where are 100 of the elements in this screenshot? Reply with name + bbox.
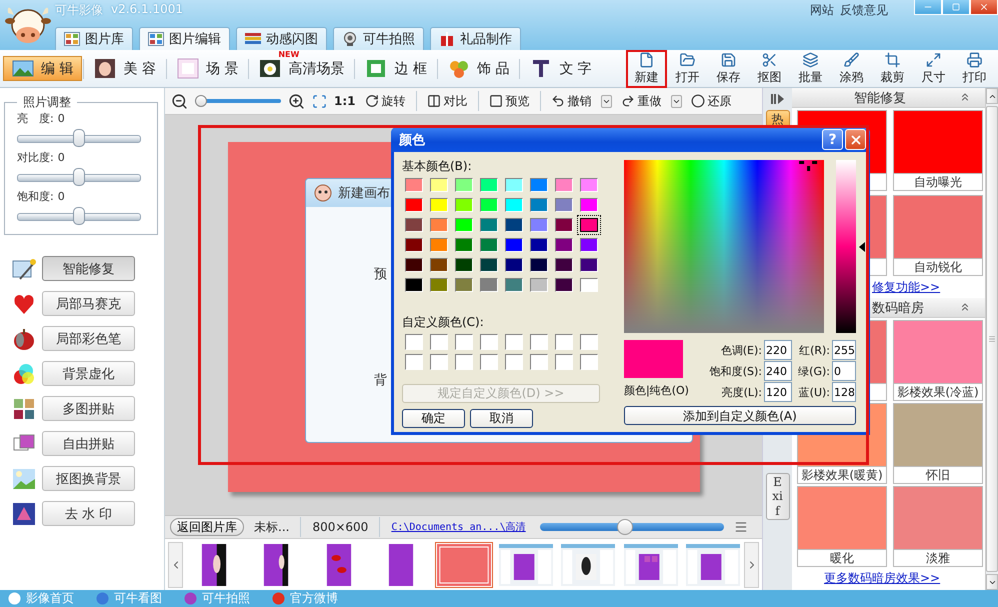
color-swatch[interactable] <box>455 178 473 192</box>
effect-tile[interactable]: 怀旧 <box>893 403 983 484</box>
color-swatch[interactable] <box>555 238 573 252</box>
file-path-link[interactable]: C:\Documents an...\高清 <box>391 520 526 534</box>
custom-color-slot[interactable] <box>505 334 523 350</box>
custom-color-slot[interactable] <box>455 354 473 370</box>
scroll-up-button[interactable] <box>986 88 998 104</box>
effect-tile[interactable]: 暖化 <box>797 486 887 567</box>
section-header[interactable]: 智能修复 <box>792 88 985 108</box>
back-button[interactable]: 返回图片库 <box>170 518 244 536</box>
slider-track[interactable] <box>17 207 141 225</box>
custom-color-slot[interactable] <box>455 334 473 350</box>
feature-button[interactable]: 局部彩色笔 <box>42 326 135 351</box>
effect-tile[interactable]: 淡雅 <box>893 486 983 567</box>
color-swatch[interactable] <box>580 278 598 292</box>
maximize-button[interactable] <box>942 0 970 15</box>
color-swatch[interactable] <box>580 258 598 272</box>
toolbar-button[interactable]: 尺寸 <box>913 50 954 88</box>
toolbar-button[interactable]: 打印 <box>954 50 995 88</box>
toolbar-button[interactable]: 抠图 <box>749 50 790 88</box>
color-swatch[interactable] <box>430 218 448 232</box>
slider-thumb[interactable] <box>73 168 85 186</box>
custom-color-slot[interactable] <box>430 334 448 350</box>
toolbar-button[interactable]: 打开 <box>667 50 708 88</box>
close-button[interactable] <box>970 0 998 15</box>
color-swatch[interactable] <box>430 238 448 252</box>
effect-tile[interactable]: 自动锐化 <box>893 195 983 276</box>
feature-button[interactable]: 智能修复 <box>42 256 135 281</box>
color-swatch[interactable] <box>530 178 548 192</box>
collapse-icon[interactable] <box>959 301 971 313</box>
custom-color-slot[interactable] <box>530 334 548 350</box>
number-field[interactable]: 220 <box>764 340 792 360</box>
feature-button[interactable]: 去 水 印 <box>42 501 135 526</box>
mode-tab[interactable]: 场 景 <box>168 56 248 81</box>
thumbnail[interactable] <box>434 542 492 588</box>
color-swatch[interactable] <box>555 178 573 192</box>
custom-color-slot[interactable] <box>580 334 598 350</box>
color-swatch[interactable] <box>505 238 523 252</box>
color-swatch[interactable] <box>480 178 498 192</box>
zoom-slider[interactable] <box>195 95 281 107</box>
toolbar-button[interactable]: 新建 <box>626 50 667 88</box>
color-swatch[interactable] <box>455 258 473 272</box>
luminance-arrow[interactable] <box>859 242 865 252</box>
slider-thumb[interactable] <box>73 207 85 225</box>
color-swatch[interactable] <box>430 178 448 192</box>
menu-icon[interactable] <box>734 520 748 534</box>
zoom-in-icon[interactable] <box>288 92 305 110</box>
feature-button[interactable]: 局部马赛克 <box>42 291 135 316</box>
color-swatch[interactable] <box>555 258 573 272</box>
slider-thumb[interactable] <box>73 129 85 147</box>
dropdown-toggle[interactable] <box>670 94 682 108</box>
custom-color-slot[interactable] <box>580 354 598 370</box>
custom-color-slot[interactable] <box>405 334 423 350</box>
custom-color-slot[interactable] <box>530 354 548 370</box>
effect-tile[interactable]: 影楼效果(冷蓝) <box>893 320 983 401</box>
color-swatch[interactable] <box>555 198 573 212</box>
main-tab[interactable]: 图片库 <box>55 27 133 50</box>
number-field[interactable]: 255 <box>832 340 856 360</box>
color-swatch[interactable] <box>505 278 523 292</box>
color-swatch[interactable] <box>530 278 548 292</box>
color-swatch[interactable] <box>430 258 448 272</box>
color-swatch[interactable] <box>430 198 448 212</box>
color-swatch[interactable] <box>580 218 598 232</box>
number-field[interactable]: 120 <box>764 382 792 402</box>
mode-tab[interactable]: 美 容 <box>85 56 165 81</box>
custom-color-slot[interactable] <box>430 354 448 370</box>
main-tab[interactable]: 图片编辑 <box>139 27 230 50</box>
color-swatch[interactable] <box>405 278 423 292</box>
dropdown-toggle[interactable] <box>600 94 612 108</box>
color-swatch[interactable] <box>530 198 548 212</box>
mode-tab[interactable]: 高清场景 <box>250 56 354 81</box>
zoom-thumb[interactable] <box>616 519 633 535</box>
thumbnail[interactable] <box>559 542 618 588</box>
add-custom-color-button[interactable]: 添加到自定义颜色(A) <box>624 406 856 425</box>
toolbar-button[interactable]: 保存 <box>708 50 749 88</box>
feature-button[interactable]: 自由拼贴 <box>42 431 135 456</box>
actual-size-button[interactable]: 1:1 <box>334 94 356 108</box>
mode-tab[interactable]: 边 框 <box>356 56 436 81</box>
zoom-thumb[interactable] <box>195 95 207 107</box>
custom-color-slot[interactable] <box>480 334 498 350</box>
toolbar-button[interactable]: 批量 <box>790 50 831 88</box>
fit-icon[interactable] <box>312 94 327 108</box>
feature-button[interactable]: 背景虚化 <box>42 361 135 386</box>
thumbnail[interactable] <box>684 542 742 588</box>
edit-button[interactable]: 重做 <box>618 92 664 110</box>
color-swatch[interactable] <box>405 178 423 192</box>
mode-tab[interactable]: 饰 品 <box>438 56 518 81</box>
custom-color-slot[interactable] <box>555 354 573 370</box>
feature-button[interactable]: 多图拼贴 <box>42 396 135 421</box>
color-swatch[interactable] <box>405 198 423 212</box>
color-swatch[interactable] <box>530 258 548 272</box>
color-swatch[interactable] <box>455 218 473 232</box>
edit-button[interactable]: 还原 <box>688 92 734 110</box>
main-tab[interactable]: 动感闪图 <box>236 27 327 50</box>
thumbnail[interactable] <box>496 542 555 588</box>
main-tab[interactable]: 礼品制作 <box>430 27 521 50</box>
number-field[interactable]: 0 <box>832 361 856 381</box>
zoom-slider[interactable] <box>540 519 724 535</box>
header-link[interactable]: 反馈意见 <box>840 2 888 19</box>
header-link[interactable]: 网站 <box>810 2 834 19</box>
